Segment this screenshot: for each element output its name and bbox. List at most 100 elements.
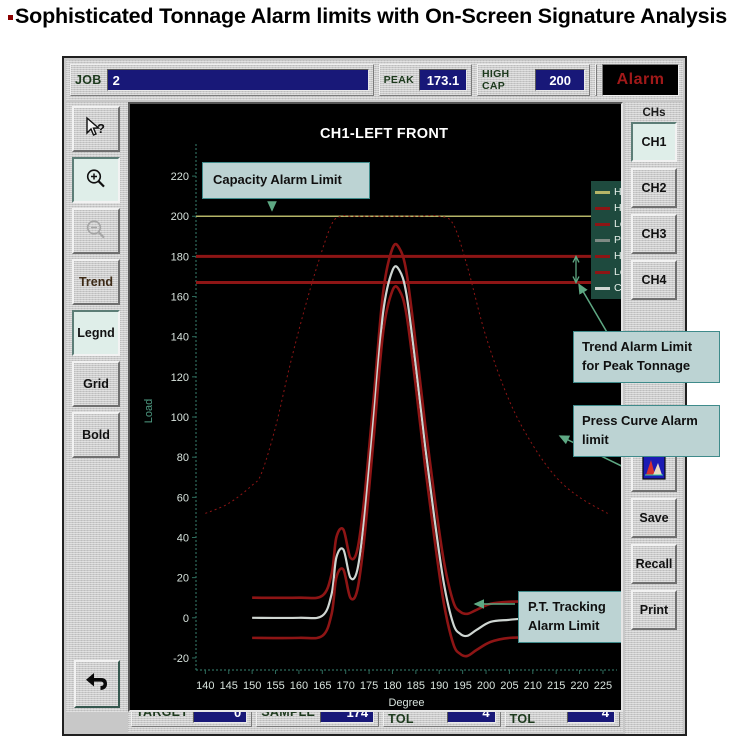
legend-swatch-icon — [595, 190, 610, 194]
left-toolbar: ? Trend Legnd Grid Bold — [66, 102, 128, 712]
page-title: Sophisticated Tonnage Alarm limits with … — [8, 4, 748, 29]
legend-button-label: Legnd — [77, 326, 115, 340]
svg-text:200: 200 — [477, 680, 495, 692]
legend-item: Current — [595, 280, 622, 296]
svg-text:60: 60 — [177, 492, 189, 504]
help-pointer-button[interactable]: ? — [72, 106, 120, 152]
grid-button[interactable]: Grid — [72, 361, 120, 407]
grid-button-label: Grid — [83, 377, 109, 391]
tab-ch4[interactable]: CH4 — [631, 260, 677, 300]
legend-item-label: High Tracking — [614, 250, 623, 262]
chart-legend: High Capacity High Trend Low Trend Press Cu… — [591, 181, 623, 299]
legend-button[interactable]: Legnd — [72, 310, 120, 356]
svg-text:215: 215 — [547, 680, 565, 692]
svg-text:210: 210 — [524, 680, 542, 692]
svg-text:40: 40 — [177, 532, 189, 544]
legend-item-label: High Trend — [614, 202, 623, 214]
svg-text:180: 180 — [171, 251, 189, 263]
help-cursor-icon: ? — [83, 115, 109, 143]
magnifier-plus-icon — [84, 167, 108, 194]
legend-swatch-icon — [595, 270, 610, 274]
ch1-label: CH1 — [641, 135, 667, 149]
application-window: JOB 2 PEAK 173.1 HIGH CAP 200 Alarm ? Tr… — [62, 56, 687, 736]
callout-pt-tracking-alarm-limit: P.T. Tracking Alarm Limit — [518, 591, 621, 643]
svg-text:180: 180 — [383, 680, 401, 692]
tab-ch2[interactable]: CH2 — [631, 168, 677, 208]
legend-swatch-icon — [595, 222, 610, 226]
svg-text:225: 225 — [594, 680, 612, 692]
signature-chart[interactable]: CH1-LEFT FRONT -20 0 20 40 60 80 100 120 140 160 1… — [128, 102, 623, 712]
svg-text:-20: -20 — [173, 653, 189, 665]
svg-text:150: 150 — [243, 680, 261, 692]
svg-text:140: 140 — [196, 680, 214, 692]
svg-text:165: 165 — [313, 680, 331, 692]
save-button[interactable]: Save — [631, 498, 677, 538]
svg-text:120: 120 — [171, 372, 189, 384]
tab-ch1[interactable]: CH1 — [631, 122, 677, 162]
trend-button-label: Trend — [78, 275, 114, 289]
svg-text:200: 200 — [171, 211, 189, 223]
print-button[interactable]: Print — [631, 590, 677, 630]
back-button[interactable] — [74, 660, 120, 708]
recall-button-label: Recall — [635, 557, 673, 571]
trend-button[interactable]: Trend — [72, 259, 120, 305]
bold-button-label: Bold — [82, 428, 110, 442]
legend-item-label: Low Tracking — [614, 266, 621, 278]
svg-text:Degree: Degree — [388, 697, 424, 709]
job-input[interactable]: 2 — [106, 69, 369, 91]
callout-trend-alarm-limit: Trend Alarm Limit for Peak Tonnage — [573, 331, 720, 383]
legend-item: Low Trend — [595, 216, 621, 232]
status-badge-alarm: Alarm — [602, 64, 679, 96]
callout-press-curve-alarm-limit: Press Curve Alarm limit — [573, 405, 720, 457]
svg-text:155: 155 — [266, 680, 284, 692]
job-label: JOB — [75, 73, 102, 87]
ch4-label: CH4 — [641, 273, 667, 287]
legend-swatch-icon — [595, 206, 610, 210]
legend-item: Low Tracking — [595, 264, 621, 280]
svg-text:20: 20 — [177, 573, 189, 585]
toolbar-spacer — [595, 64, 598, 96]
back-arrow-icon — [82, 668, 112, 701]
legend-item: High Capacity — [595, 184, 623, 200]
legend-swatch-icon — [595, 286, 610, 290]
legend-swatch-icon — [595, 238, 610, 242]
legend-item: Press Curve — [595, 232, 622, 248]
legend-item-label: Current — [614, 282, 622, 294]
svg-text:140: 140 — [171, 332, 189, 344]
svg-text:0: 0 — [183, 613, 189, 625]
high-cap-value[interactable]: 200 — [535, 69, 586, 91]
svg-text:100: 100 — [171, 412, 189, 424]
page-title-text: Sophisticated Tonnage Alarm limits with … — [15, 4, 727, 28]
svg-text:205: 205 — [500, 680, 518, 692]
svg-text:175: 175 — [360, 680, 378, 692]
print-button-label: Print — [639, 603, 669, 617]
svg-text:195: 195 — [453, 680, 471, 692]
svg-text:220: 220 — [570, 680, 588, 692]
tab-ch3[interactable]: CH3 — [631, 214, 677, 254]
high-cap-field-group: HIGH CAP 200 — [476, 64, 591, 96]
zoom-in-button[interactable] — [72, 157, 120, 203]
svg-text:?: ? — [97, 121, 105, 136]
callout-press-line1: Press Curve Alarm — [582, 413, 698, 428]
svg-text:80: 80 — [177, 452, 189, 464]
legend-item-label: Press Curve — [614, 234, 622, 246]
legend-item: High Tracking — [595, 248, 623, 264]
callout-trend-line2: for Peak Tonnage — [582, 357, 691, 373]
zoom-out-button[interactable] — [72, 208, 120, 254]
legend-item-label: High Capacity — [614, 186, 623, 198]
callout-capacity-alarm-limit: Capacity Alarm Limit — [202, 162, 370, 199]
svg-text:185: 185 — [407, 680, 425, 692]
save-button-label: Save — [639, 511, 669, 525]
callout-press-line2: limit — [582, 431, 609, 447]
svg-text:160: 160 — [171, 292, 189, 304]
svg-text:Load: Load — [143, 399, 155, 423]
recall-button[interactable]: Recall — [631, 544, 677, 584]
callout-pt-line2: Alarm Limit — [528, 617, 600, 633]
svg-text:220: 220 — [171, 171, 189, 183]
legend-item: High Trend — [595, 200, 623, 216]
peak-label: PEAK — [383, 74, 414, 86]
bold-button[interactable]: Bold — [72, 412, 120, 458]
svg-text:160: 160 — [290, 680, 308, 692]
callout-capacity-text: Capacity Alarm Limit — [213, 172, 342, 187]
svg-text:145: 145 — [220, 680, 238, 692]
